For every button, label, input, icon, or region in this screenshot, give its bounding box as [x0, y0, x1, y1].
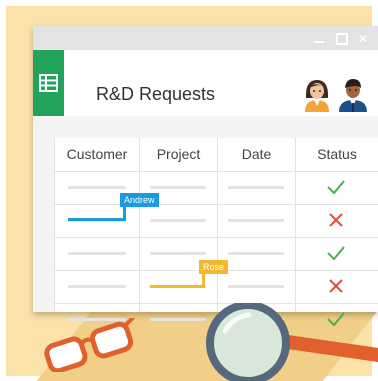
illustration: × R&D Requests Customer Project Date Sta…	[0, 0, 378, 381]
title-bar: ×	[33, 26, 378, 50]
placeholder-cell	[68, 285, 126, 288]
placeholder-cell	[228, 285, 284, 288]
page-title: R&D Requests	[96, 84, 216, 104]
placeholder-cell	[150, 219, 206, 222]
magnifying-glass-icon	[206, 303, 378, 381]
placeholder-cell	[68, 252, 126, 255]
column-header-date[interactable]: Date	[218, 138, 295, 171]
placeholder-cell	[150, 252, 206, 255]
maximize-icon[interactable]	[335, 32, 348, 45]
collaborator-avatars	[305, 79, 367, 112]
placeholder-cell	[228, 219, 284, 222]
spreadsheet-grid: Customer Project Date Status Andrew Rose	[33, 138, 378, 327]
andrew-cursor-line	[68, 218, 126, 221]
spreadsheet-window: × R&D Requests Customer Project Date Sta…	[33, 26, 378, 327]
column-header-customer[interactable]: Customer	[55, 138, 139, 171]
close-icon[interactable]: ×	[357, 31, 369, 45]
placeholder-cell	[68, 186, 126, 189]
sheets-icon	[33, 50, 64, 116]
check-icon	[327, 180, 345, 195]
collaborator-tag-andrew: Andrew	[120, 193, 159, 207]
column-header-project[interactable]: Project	[140, 138, 217, 171]
placeholder-cell	[150, 318, 206, 321]
check-icon	[327, 246, 345, 261]
placeholder-cell	[228, 186, 284, 189]
rose-cursor-line	[150, 285, 205, 288]
column-header-status[interactable]: Status	[296, 138, 378, 171]
cross-icon	[329, 213, 343, 227]
minimize-icon[interactable]	[313, 32, 325, 44]
row-divider	[54, 237, 378, 238]
avatar-woman-icon	[305, 80, 329, 112]
glasses-icon	[44, 318, 135, 372]
row-gutter	[33, 138, 55, 312]
avatar-man-icon	[339, 79, 367, 112]
row-divider	[54, 171, 378, 172]
placeholder-cell	[228, 252, 284, 255]
cross-icon	[329, 279, 343, 293]
placeholder-cell	[150, 186, 206, 189]
app-header: R&D Requests	[33, 50, 378, 117]
toolbar-strip	[33, 116, 378, 138]
row-divider	[54, 204, 378, 205]
collaborator-tag-rose: Rose	[199, 260, 229, 274]
